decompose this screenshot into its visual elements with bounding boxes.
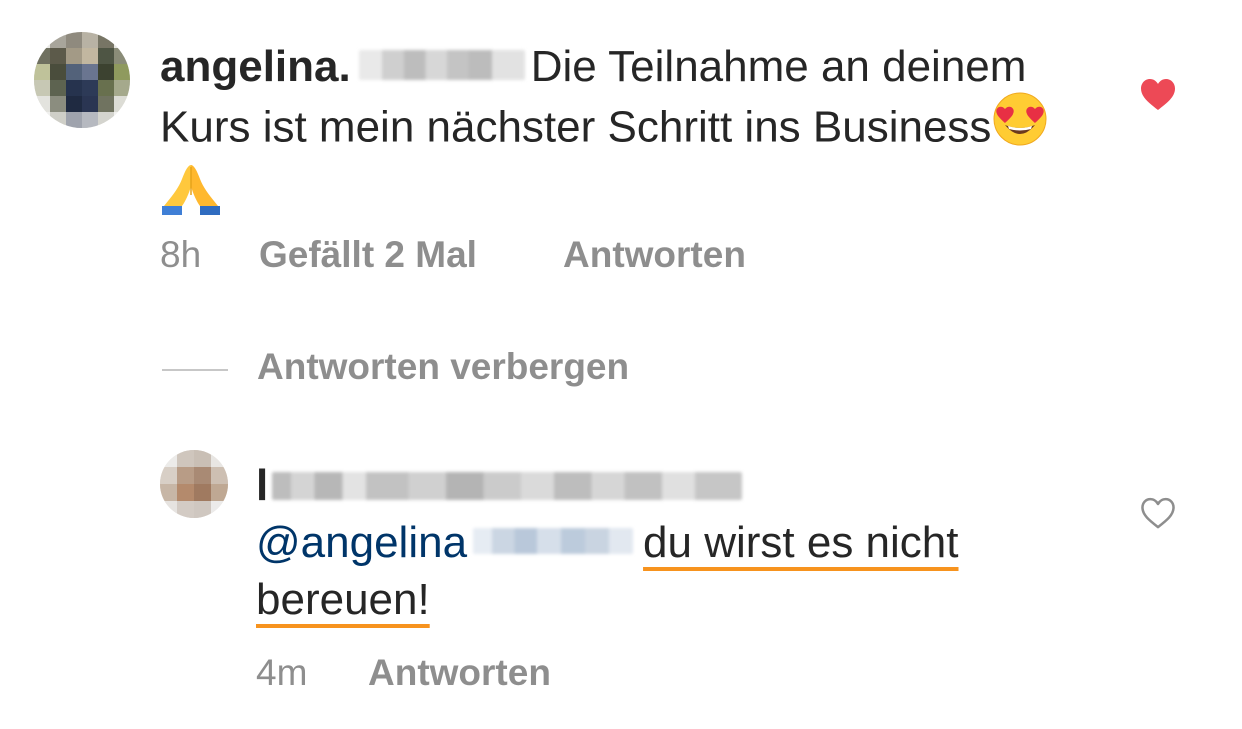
avatar-pixelated-image [34,32,130,128]
comment-likes-count[interactable]: Gefällt 2 Mal [259,234,477,276]
comment-reply-button[interactable]: Antworten [563,234,746,276]
reply-text-highlighted-part2: bereuen! [256,575,430,624]
hide-replies-button[interactable]: Antworten verbergen [257,346,629,388]
like-heart-filled-icon[interactable] [1140,78,1176,112]
hide-replies-divider [162,369,228,371]
avatar[interactable] [34,32,130,128]
comment-body: angelina. Die Teilnahme an deinem Kurs is… [160,38,1080,235]
comment-username[interactable]: angelina. [160,42,351,91]
reply-body: @angelina du wirst es nicht bereuen! [256,514,1136,628]
reply-avatar-pixelated-image [160,450,228,518]
reply-username-row[interactable]: l [256,458,743,514]
folded-hands-emoji-icon [160,161,222,231]
blurred-reply-username [272,472,743,500]
like-heart-outline-icon[interactable] [1140,497,1176,530]
blurred-mention-suffix [473,528,634,555]
comment-timestamp[interactable]: 8h [160,234,201,276]
heart-eyes-emoji-icon [991,91,1049,161]
blurred-username-suffix [358,50,525,81]
reply-username[interactable]: l [256,464,268,508]
reply-timestamp[interactable]: 4m [256,652,307,694]
reply-reply-button[interactable]: Antworten [368,652,551,694]
reply-avatar[interactable] [160,450,228,518]
reply-text-highlighted-part1: du wirst es nicht [643,518,959,567]
reply-mention-link[interactable]: @angelina [256,518,467,567]
